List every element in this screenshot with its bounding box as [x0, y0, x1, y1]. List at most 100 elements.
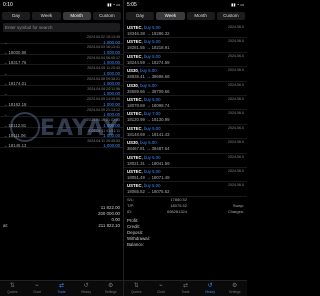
- list-item[interactable]: 2024.04.02 15:13:49 → 1 000.00: [0, 34, 123, 45]
- position-action: buy 5.00: [143, 53, 161, 59]
- account-summary: 11 822.00 200 000.00 0.00 at: 211 822.10: [0, 205, 123, 229]
- period-tabs: Day Week Month Custom: [124, 9, 247, 22]
- left-screen: 0:10 ▮▮ ◔ ▭ Day Week Month Custom Enter …: [0, 0, 123, 296]
- tab-custom[interactable]: Custom: [92, 11, 121, 20]
- tab-week[interactable]: Week: [156, 11, 185, 20]
- list-item[interactable]: US30, buy 5.00 38838.41 → 38696.68 2024.06…: [124, 67, 247, 82]
- tab-week[interactable]: Week: [32, 11, 61, 20]
- tab-history[interactable]: ↺ History: [74, 281, 99, 296]
- trade-icon: ⇄: [58, 283, 64, 289]
- watermark-logo-icon: [10, 112, 40, 142]
- list-item[interactable]: 2024.04.05 11:23:43 → 1 000.00: [0, 65, 123, 76]
- tab-chart[interactable]: ⌁ Chart: [149, 281, 174, 296]
- tab-label: History: [205, 290, 216, 294]
- position-symbol: USTEC: [127, 53, 142, 59]
- bottom-tab-bar: ⇅ Quotes ⌁ Chart ⇄ Trade ↺ History ⚙ Settings: [124, 280, 247, 296]
- list-item[interactable]: USTEC, buy 5.00 18244.59 → 18274.59 2024.0…: [124, 53, 247, 68]
- position-prices: 18021.31 → 18041.59: [127, 160, 170, 166]
- symbol-search-input[interactable]: Enter symbol for search: [3, 23, 120, 32]
- list-item[interactable]: USTEC, buy 5.00 18148.69 → 18141.43 2024.0…: [124, 125, 247, 140]
- deal-time: 2024.04.09 14:39:05: [87, 97, 120, 102]
- tab-label: Chart: [32, 290, 41, 294]
- position-symbol: USTEC: [127, 39, 142, 45]
- position-symbol: USTEC: [127, 183, 142, 189]
- position-prices: 18120.99 → 18130.99: [127, 117, 170, 123]
- position-time: 2024.06.0: [228, 125, 244, 130]
- position-header: USTEC, buy 5.00: [127, 169, 160, 174]
- list-item[interactable]: 2024.04.08 09:38:21 → 18174.01 1 000.00: [0, 76, 123, 86]
- position-header: USTEC, buy 5.00: [127, 39, 160, 44]
- tab-trade[interactable]: ⇄ Trade: [49, 281, 74, 296]
- tab-settings[interactable]: ⚙ Settings: [98, 281, 123, 296]
- tab-label: Settings: [104, 290, 117, 294]
- position-time: 2024.06.0: [228, 82, 244, 87]
- position-symbol: USTEC: [127, 25, 142, 30]
- chart-icon: ⌁: [159, 283, 163, 289]
- bottom-tab-bar: ⇅ Quotes ⌁ Chart ⇄ Trade ↺ History ⚙ Settings: [0, 280, 123, 296]
- summary-label: Balance:: [127, 242, 145, 247]
- list-item[interactable]: 2024.04.09 14:39:05 → 18182.18 1 000.00: [0, 96, 123, 107]
- position-time: 2024.06.0: [228, 111, 244, 116]
- list-item[interactable]: USTEC, buy 5.00 18281.55 → 18218.91 2024.0…: [124, 38, 247, 53]
- summary-label: at:: [3, 223, 8, 228]
- tab-quotes[interactable]: ⇅ Quotes: [124, 281, 149, 296]
- tab-label: History: [81, 290, 92, 294]
- position-header: USTEC, buy 5.00: [127, 54, 160, 59]
- list-item[interactable]: US30, buy 5.00 38689.66 → 38709.66 2024.06…: [124, 82, 247, 96]
- summary-value: 211 822.10: [98, 223, 120, 228]
- list-item[interactable]: US30, buy 5.00 38467.81 → 38487.64 2024.06…: [124, 139, 247, 154]
- position-header: US30, buy 5.00: [127, 140, 157, 145]
- detail-value: 698281324: [166, 209, 187, 214]
- position-symbol: USTEC: [127, 111, 142, 117]
- list-item[interactable]: 2024.04.04 06:05:17 → 18317.76 1 000.00: [0, 55, 123, 65]
- list-item[interactable]: 2024.04.08 20:11:56 → 1 000.00: [0, 86, 123, 96]
- tab-month[interactable]: Month: [62, 11, 91, 20]
- history-icon: ↺: [83, 283, 89, 289]
- position-prices: 38467.81 → 38487.64: [127, 146, 170, 152]
- position-symbol: USTEC: [127, 96, 142, 102]
- detail-label: Swap:: [232, 203, 244, 208]
- tab-trade[interactable]: ⇄ Trade: [173, 281, 198, 296]
- list-item[interactable]: 2024.04.03 16:13:41 → 18030.86 1 000.00: [0, 44, 123, 55]
- deal-time: 2024.04.08 09:38:21: [87, 76, 120, 81]
- position-time: 2024.06.0: [228, 183, 244, 188]
- position-action: buy 5.00: [143, 125, 161, 131]
- list-item[interactable]: USTEC, buy 5.00 18346.38 → 18286.32 2024.0…: [124, 24, 247, 39]
- deal-time: 2024.04.10 21:01:53: [87, 118, 120, 123]
- tab-history[interactable]: ↺ History: [198, 281, 223, 296]
- quotes-icon: ⇅: [9, 283, 15, 289]
- list-item[interactable]: USTEC, buy 5.00 18021.31 → 18041.59 2024.0…: [124, 154, 247, 168]
- deal-amount: 1 000.00: [103, 143, 120, 149]
- tab-custom[interactable]: Custom: [216, 11, 245, 20]
- tab-month[interactable]: Month: [186, 11, 215, 20]
- position-prices: 38838.41 → 38696.68: [127, 74, 170, 80]
- position-header: USTEC, buy 5.00: [127, 126, 160, 131]
- detail-label: S/L:: [127, 197, 135, 202]
- deal-time: 2024.04.04 06:05:17: [87, 55, 120, 60]
- account-summary: Profit: Credit: Deposit: Withdrawal: Balance…: [124, 218, 247, 248]
- tab-day[interactable]: Day: [2, 11, 31, 20]
- detail-row: T/P: 18075.52: [127, 203, 187, 208]
- list-item[interactable]: USTEC, buy 7.00 18120.99 → 18130.99 2024.0…: [124, 110, 247, 125]
- position-time: 2024.06.0: [228, 96, 244, 101]
- status-icons: ▮▮ ◔ ▭: [231, 2, 244, 7]
- position-header: US30, buy 5.00: [127, 68, 157, 73]
- tab-day[interactable]: Day: [126, 11, 155, 20]
- tab-chart[interactable]: ⌁ Chart: [25, 281, 50, 296]
- position-header: USTEC, buy 5.00: [127, 25, 160, 30]
- tab-quotes[interactable]: ⇅ Quotes: [0, 281, 25, 296]
- detail-row: S/L: 17880.52: [127, 197, 187, 202]
- quotes-icon: ⇅: [133, 283, 139, 289]
- list-item[interactable]: USTEC, buy 5.00 18065.52 → 18075.52 2024.0…: [124, 182, 247, 197]
- position-prices: 18051.49 → 18071.49: [127, 174, 170, 180]
- position-action: buy 7.00: [143, 111, 161, 117]
- deal-time: 2024.04.11 01:51:11: [87, 128, 120, 133]
- position-time: 2024.06.0: [228, 53, 244, 58]
- tab-settings[interactable]: ⚙ Settings: [222, 281, 247, 296]
- list-item[interactable]: USTEC, buy 5.00 18078.69 → 18098.74 2024.0…: [124, 96, 247, 111]
- position-action: buy 5.00: [140, 82, 157, 88]
- deal-price: → 18145.13: [3, 143, 27, 149]
- position-prices: 18078.69 → 18098.74: [127, 102, 170, 108]
- tab-label: Trade: [57, 290, 66, 294]
- list-item[interactable]: USTEC, buy 5.00 18051.49 → 18071.49 2024.0…: [124, 168, 247, 183]
